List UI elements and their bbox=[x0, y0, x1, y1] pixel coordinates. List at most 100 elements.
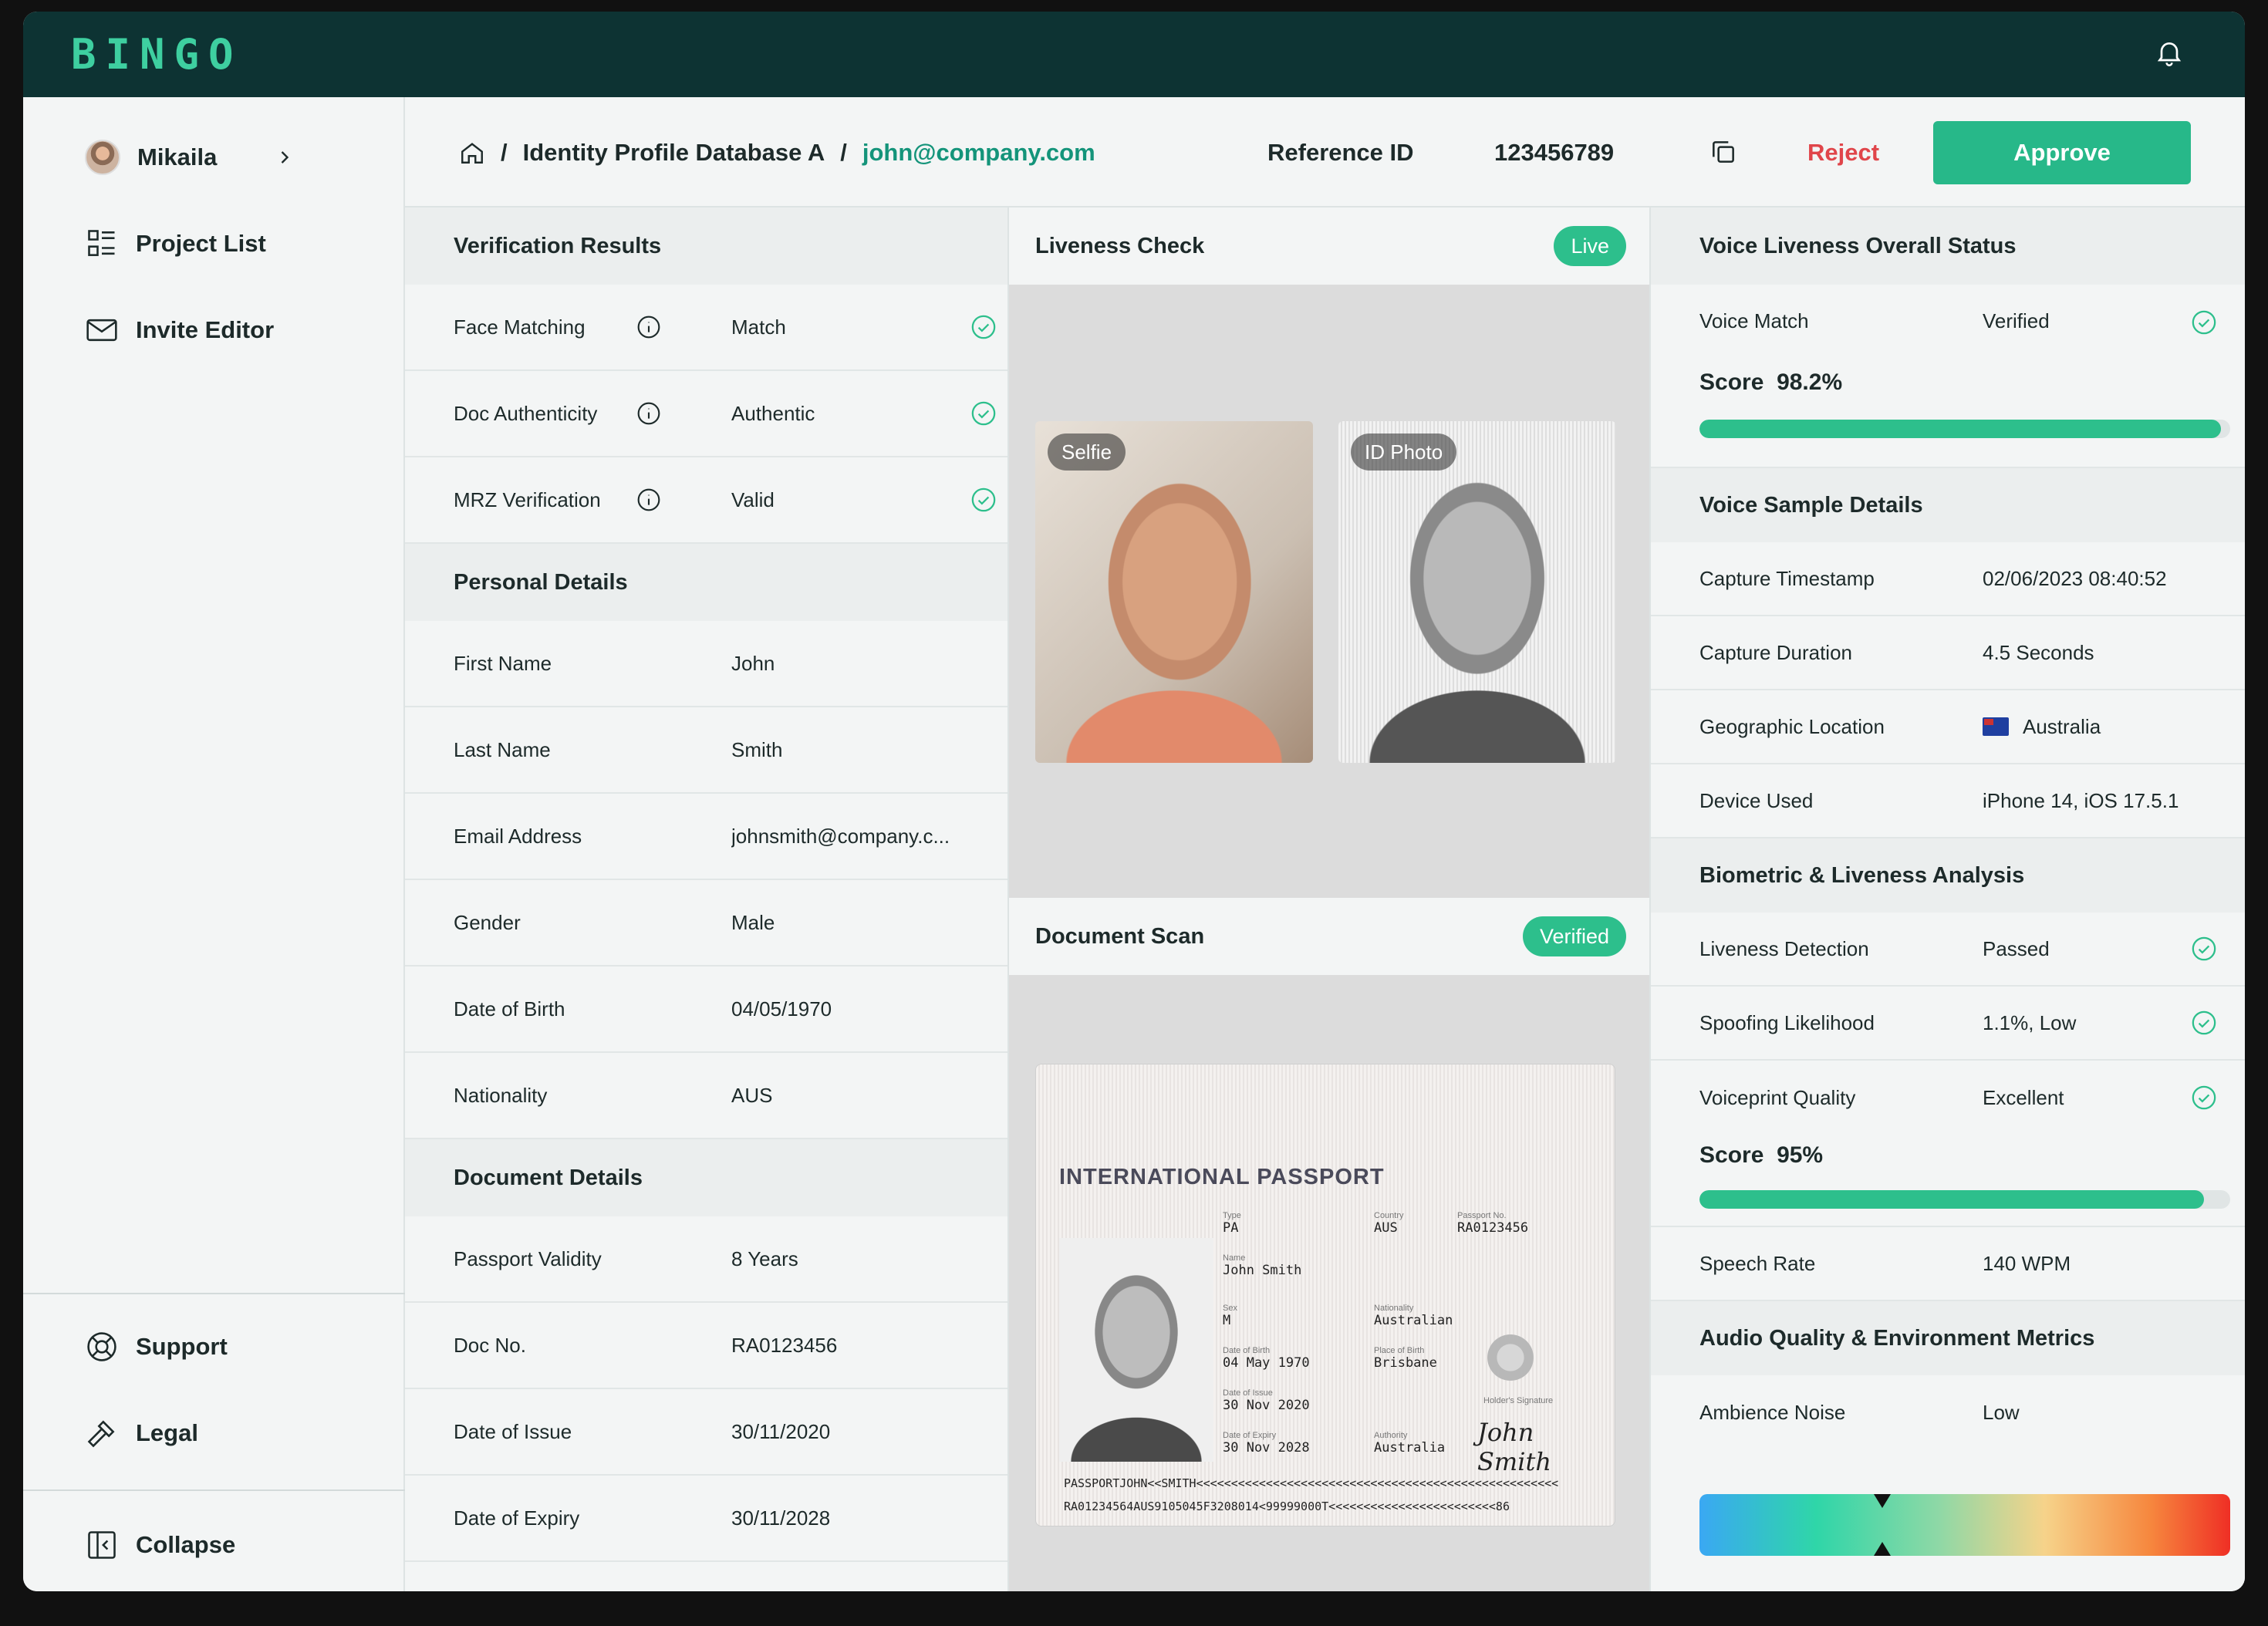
score-progress-bar bbox=[1699, 420, 2230, 438]
document-row: Doc No. RA0123456 bbox=[405, 1303, 1007, 1389]
progress-fill bbox=[1699, 1190, 2204, 1209]
row-value: 1.1%, Low bbox=[1983, 1010, 2077, 1034]
check-circle-icon bbox=[970, 487, 997, 513]
row-value: 30/11/2020 bbox=[731, 1419, 831, 1443]
divider bbox=[23, 1489, 405, 1491]
passport-field: Nationality Australian bbox=[1374, 1304, 1453, 1328]
sidebar-item-label: Support bbox=[136, 1333, 228, 1360]
home-icon[interactable] bbox=[459, 140, 485, 166]
mrz-line: RA01234564AUS9105045F3208014<99999000T<<… bbox=[1064, 1499, 1510, 1513]
photo-tag: ID Photo bbox=[1351, 433, 1457, 471]
row-label: Spoofing Likelihood bbox=[1699, 1010, 1875, 1034]
liveness-header: Liveness Check Live bbox=[1009, 207, 1649, 285]
bio-row: Spoofing Likelihood 1.1%, Low bbox=[1651, 987, 2245, 1061]
noise-gradient-bar bbox=[1699, 1494, 2230, 1556]
sidebar-item-project-list[interactable]: Project List bbox=[85, 227, 266, 261]
info-icon[interactable] bbox=[636, 315, 661, 339]
row-value: iPhone 14, iOS 17.5.1 bbox=[1983, 788, 2179, 812]
bio-score-block: Score 95% bbox=[1651, 1135, 2245, 1227]
sample-row: Capture Timestamp 02/06/2023 08:40:52 bbox=[1651, 542, 2245, 616]
selfie-photo[interactable]: Selfie bbox=[1035, 421, 1313, 763]
row-value: Excellent bbox=[1983, 1085, 2064, 1109]
row-value: Australia bbox=[1983, 715, 2101, 739]
status-badge: Verified bbox=[1522, 916, 1626, 956]
row-label: Date of Issue bbox=[454, 1419, 572, 1443]
bio-row: Liveness Detection Passed bbox=[1651, 913, 2245, 987]
check-circle-icon bbox=[2191, 936, 2217, 962]
verification-row: Doc Authenticity Authentic bbox=[405, 371, 1007, 457]
passport-image[interactable]: INTERNATIONAL PASSPORT Type PA Country AUS… bbox=[1035, 1064, 1615, 1526]
seal-icon bbox=[1483, 1331, 1537, 1385]
score-progress-bar bbox=[1699, 1190, 2230, 1209]
sidebar-item-support[interactable]: Support bbox=[85, 1330, 228, 1364]
passport-field: Place of Birth Brisbane bbox=[1374, 1346, 1437, 1371]
row-label: Gender bbox=[454, 910, 521, 934]
divider bbox=[23, 1293, 405, 1294]
check-circle-icon bbox=[2192, 310, 2216, 335]
user-menu[interactable]: Mikaila bbox=[85, 140, 295, 175]
personal-row: Date of Birth 04/05/1970 bbox=[405, 966, 1007, 1053]
check-circle-icon bbox=[2191, 1010, 2217, 1036]
row-label: Date of Birth bbox=[454, 997, 565, 1020]
avatar bbox=[85, 140, 120, 175]
row-value: Authentic bbox=[731, 401, 815, 425]
row-label: Liveness Detection bbox=[1699, 936, 1869, 960]
collapse-icon bbox=[88, 1531, 116, 1559]
row-value: 02/06/2023 08:40:52 bbox=[1983, 566, 2167, 590]
breadcrumb-database[interactable]: Identity Profile Database A bbox=[523, 139, 825, 167]
breadcrumb-separator: / bbox=[501, 138, 508, 166]
collapse-button[interactable]: Collapse bbox=[85, 1528, 235, 1562]
app-window: BINGO Mikaila Project List Invite Editor… bbox=[23, 12, 2245, 1591]
passport-field: Date of Expiry 30 Nov 2028 bbox=[1223, 1431, 1310, 1456]
sidebar-item-legal[interactable]: Legal bbox=[85, 1416, 198, 1450]
breadcrumb-separator: / bbox=[840, 138, 847, 166]
section-title: Document Details bbox=[405, 1139, 1007, 1216]
passport-field: Date of Birth 04 May 1970 bbox=[1223, 1346, 1310, 1371]
section-title: Voice Liveness Overall Status bbox=[1651, 207, 2245, 285]
sidebar-item-label: Project List bbox=[136, 230, 266, 257]
section-title: Verification Results bbox=[405, 207, 1007, 285]
row-label: Doc No. bbox=[454, 1333, 526, 1357]
personal-row: Nationality AUS bbox=[405, 1053, 1007, 1139]
collapse-label: Collapse bbox=[136, 1531, 236, 1558]
reference-id-value: 123456789 bbox=[1494, 138, 1615, 166]
id-photo[interactable]: ID Photo bbox=[1338, 421, 1616, 763]
list-icon bbox=[88, 230, 115, 256]
passport-field: Passport No. RA0123456 bbox=[1457, 1211, 1529, 1236]
info-icon[interactable] bbox=[636, 401, 661, 426]
voice-match-label: Voice Match bbox=[1699, 309, 1809, 332]
row-value: Passed bbox=[1983, 936, 2050, 960]
row-value: 4.5 Seconds bbox=[1983, 640, 2094, 664]
section-title: Liveness Check bbox=[1035, 233, 1205, 258]
progress-fill bbox=[1699, 420, 2221, 438]
sidebar: Mikaila Project List Invite Editor Suppo… bbox=[23, 97, 405, 1591]
info-icon[interactable] bbox=[636, 487, 661, 512]
check-circle-icon bbox=[970, 400, 997, 427]
verification-row: MRZ Verification Valid bbox=[405, 457, 1007, 544]
bio-row: Voiceprint Quality Excellent bbox=[1651, 1061, 2245, 1135]
section-title: Voice Sample Details bbox=[1651, 468, 2245, 542]
check-circle-icon bbox=[2191, 1085, 2217, 1111]
breadcrumb-email[interactable]: john@company.com bbox=[862, 139, 1095, 167]
row-label: Speech Rate bbox=[1699, 1251, 1816, 1275]
passport-heading: INTERNATIONAL PASSPORT bbox=[1059, 1165, 1385, 1189]
row-value: 140 WPM bbox=[1983, 1251, 2071, 1275]
brand-logo[interactable]: BINGO bbox=[71, 30, 243, 79]
sidebar-item-invite-editor[interactable]: Invite Editor bbox=[85, 313, 274, 347]
passport-signature: John Smith bbox=[1477, 1418, 1551, 1476]
section-title: Document Scan bbox=[1035, 923, 1205, 949]
verification-row: Face Matching Match bbox=[405, 285, 1007, 371]
personal-row: First Name John bbox=[405, 621, 1007, 707]
personal-row: Email Address johnsmith@company.c... bbox=[405, 794, 1007, 880]
reject-button[interactable]: Reject bbox=[1807, 130, 1879, 176]
check-circle-icon bbox=[970, 314, 997, 340]
user-name: Mikaila bbox=[137, 143, 218, 170]
marker-top-icon bbox=[1874, 1494, 1892, 1508]
passport-portrait bbox=[1059, 1238, 1213, 1462]
copy-icon[interactable] bbox=[1709, 137, 1738, 167]
score-text: Score 95% bbox=[1699, 1142, 1824, 1168]
bell-icon[interactable] bbox=[2154, 37, 2185, 72]
section-title: Personal Details bbox=[405, 544, 1007, 621]
approve-button[interactable]: Approve bbox=[1933, 121, 2191, 184]
row-value: Match bbox=[731, 315, 786, 339]
